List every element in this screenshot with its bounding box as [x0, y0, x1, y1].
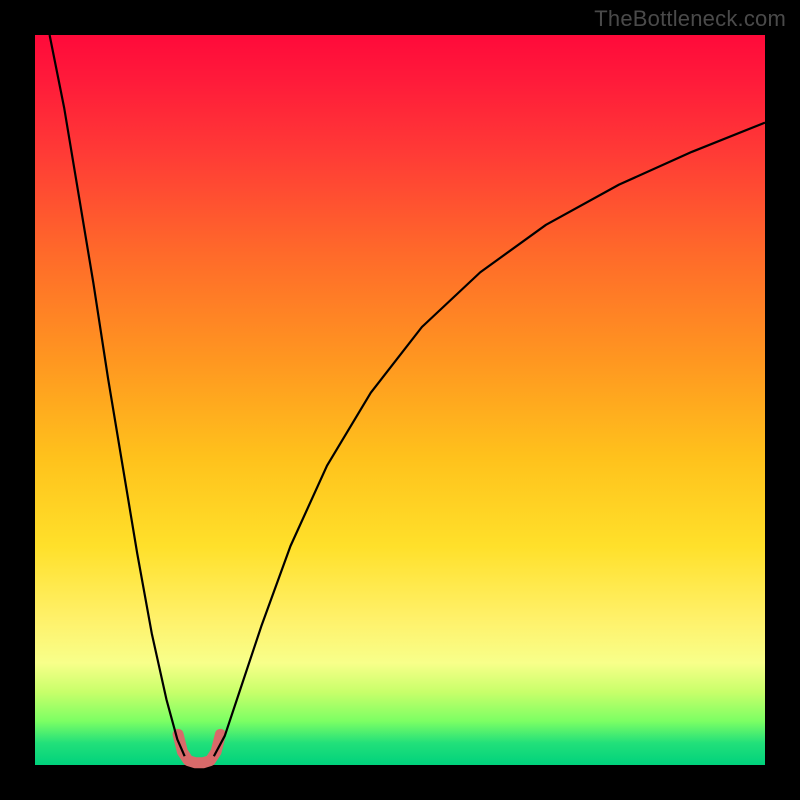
watermark-text: TheBottleneck.com: [594, 6, 786, 32]
chart-svg: [35, 35, 765, 765]
left-branch-line: [50, 35, 185, 756]
right-branch-line: [214, 123, 765, 757]
chart-frame: TheBottleneck.com: [0, 0, 800, 800]
valley-highlight-line: [178, 734, 220, 762]
plot-area: [35, 35, 765, 765]
